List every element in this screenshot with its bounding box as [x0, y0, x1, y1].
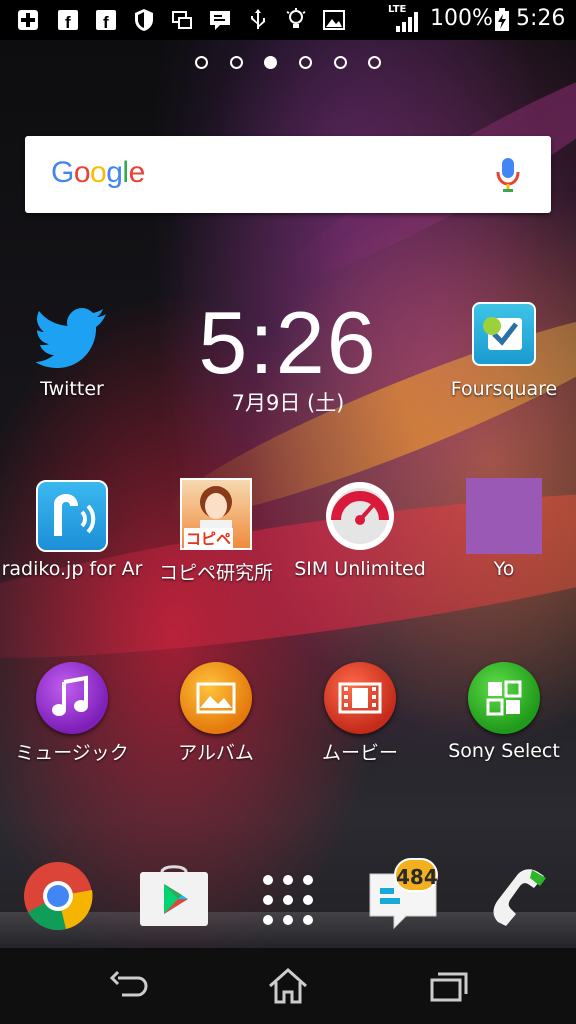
app-label: radiko.jp for Ar: [1, 558, 143, 580]
signal-icon: [394, 10, 418, 34]
recents-icon: [430, 972, 468, 1002]
app-label: ムービー: [321, 742, 398, 764]
usb-icon: [246, 8, 270, 32]
app-label: コピペ研究所: [158, 562, 273, 584]
app-label: Yo: [493, 558, 515, 580]
page-dot: [334, 56, 347, 69]
album-photo-icon: [180, 662, 252, 734]
dock-messages[interactable]: 484: [366, 856, 442, 932]
battery-charging-icon: [490, 8, 514, 32]
speedometer-icon: [324, 480, 396, 552]
navigation-bar: [0, 948, 576, 1024]
status-time: 5:26: [516, 6, 566, 31]
app-grid-icon: [263, 875, 313, 925]
back-button[interactable]: [104, 964, 152, 1008]
page-dot: [368, 56, 381, 69]
lightbulb-icon: [284, 8, 308, 32]
app-label: Sony Select: [448, 740, 560, 762]
phone-handset-icon: [493, 869, 546, 926]
shield-icon: [132, 8, 156, 32]
page-dot: [299, 56, 312, 69]
clock-time[interactable]: 5:26: [190, 292, 386, 394]
app-label: Twitter: [40, 378, 104, 400]
image-icon: [322, 8, 346, 32]
kopipe-icon-text: コピペ: [184, 528, 234, 548]
dock-chrome[interactable]: [22, 860, 94, 932]
kopipe-icon: コピペ: [180, 478, 252, 550]
facebook-icon: f: [94, 8, 118, 32]
status-bar: f f LTE 100% 5:26: [0, 0, 576, 40]
app-label: Foursquare: [450, 378, 558, 400]
page-dot: [230, 56, 243, 69]
app-foursquare[interactable]: Foursquare: [432, 300, 576, 410]
dock-play-store[interactable]: [138, 862, 210, 928]
app-label: ミュージック: [15, 742, 129, 764]
app-twitter[interactable]: Twitter: [0, 300, 144, 410]
chrome-icon: [24, 862, 93, 930]
page-dot-active: [264, 56, 277, 69]
app-sony-select[interactable]: Sony Select: [432, 660, 576, 770]
clock-date: 7月9日 (土): [231, 391, 345, 415]
screens-icon: [170, 8, 194, 32]
dock-phone[interactable]: [484, 862, 556, 934]
message-icon: [208, 8, 232, 32]
google-logo: Google: [51, 156, 145, 189]
plus-box-icon: [16, 8, 40, 32]
film-strip-icon: [324, 662, 396, 734]
app-sim-unlimited[interactable]: SIM Unlimited: [288, 478, 432, 588]
app-radiko[interactable]: radiko.jp for Ar: [0, 478, 144, 588]
app-label: SIM Unlimited: [294, 558, 426, 580]
app-yo[interactable]: Yo: [432, 478, 576, 588]
battery-percent: 100%: [430, 6, 493, 31]
twitter-bird-icon: [35, 304, 108, 376]
page-indicator: [190, 56, 390, 74]
dock-app-drawer[interactable]: [256, 868, 320, 932]
purple-square-icon: [466, 478, 542, 554]
message-count-badge: 484: [394, 858, 438, 892]
back-icon: [109, 970, 148, 997]
app-label: アルバム: [178, 742, 254, 764]
svg-text:f: f: [65, 13, 71, 31]
radiko-icon: [36, 480, 108, 552]
app-kopipe[interactable]: コピペ コピペ研究所: [144, 478, 288, 588]
svg-text:f: f: [103, 13, 109, 31]
recents-button[interactable]: [424, 964, 472, 1008]
app-movie[interactable]: ムービー: [288, 660, 432, 770]
foursquare-icon: [472, 302, 536, 366]
mic-icon[interactable]: [493, 156, 523, 194]
play-store-icon: [140, 865, 208, 926]
home-button[interactable]: [264, 964, 312, 1008]
app-music[interactable]: ミュージック: [0, 660, 144, 770]
sony-select-icon: [468, 662, 540, 734]
app-album[interactable]: アルバム: [144, 660, 288, 770]
home-icon: [269, 967, 307, 1004]
page-dot: [195, 56, 208, 69]
facebook-icon: f: [56, 8, 80, 32]
music-note-icon: [36, 662, 108, 734]
google-search-bar[interactable]: Google: [25, 136, 551, 213]
